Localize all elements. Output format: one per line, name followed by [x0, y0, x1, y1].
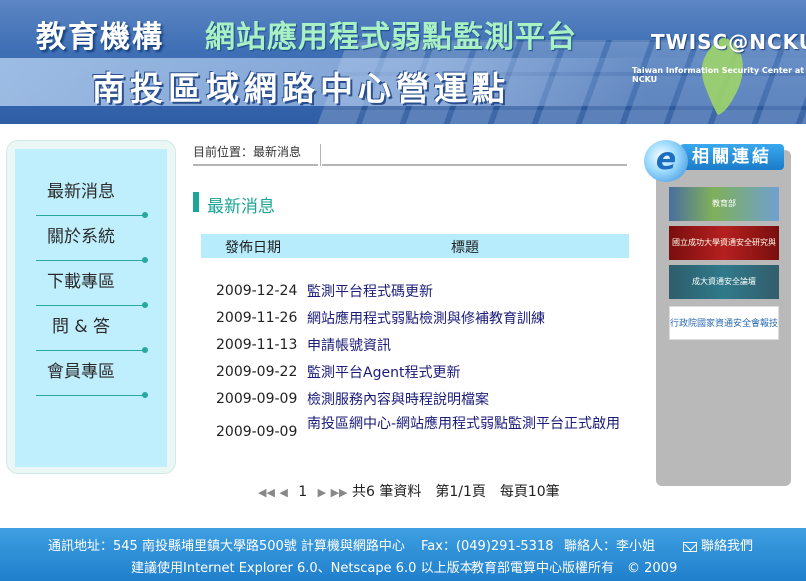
nav-item-faq[interactable]: 問 & 答 — [26, 307, 136, 351]
last-page-icon[interactable]: ▶▶ — [331, 486, 348, 499]
site-footer: 通訊地址：545 南投縣埔里鎮大學路500號 計算機與網路中心 Fax：(049… — [0, 528, 806, 581]
footer-contact: 聯絡人：李小姐 — [564, 539, 656, 554]
news-table-header: 發佈日期 標題 — [201, 234, 629, 258]
twisc-logo: TWISC@NCKU — [651, 30, 806, 54]
row-date: 2009-12-24 — [216, 283, 298, 299]
breadcrumb: 目前位置：最新消息 — [193, 145, 302, 159]
row-date: 2009-09-09 — [216, 391, 298, 407]
contact-us-link[interactable]: 聯絡我們 — [683, 535, 753, 554]
row-date: 2009-09-09 — [216, 424, 298, 440]
first-page-icon[interactable]: ◀◀ — [258, 486, 275, 499]
ie-e-icon: e — [644, 140, 688, 182]
row-title-link[interactable]: 檢測服務內容與時程說明檔案 — [307, 391, 622, 409]
nav-item-member[interactable]: 會員專區 — [26, 352, 136, 396]
mail-icon — [683, 541, 697, 552]
footer-fax: Fax：(049)291-5318 — [421, 539, 554, 554]
row-title-link[interactable]: 網站應用程式弱點檢測與修補教育訓練 — [307, 310, 622, 328]
related-links-title: 相關連結 — [680, 144, 784, 170]
contact-us-label: 聯絡我們 — [701, 539, 754, 554]
nav-divider — [36, 347, 148, 353]
prev-page-icon[interactable]: ◀ — [279, 486, 287, 499]
row-date: 2009-09-22 — [216, 364, 298, 380]
breadcrumb-separator — [320, 144, 321, 166]
pagination: ◀◀ ◀ 1 ▶ ▶▶ 共6 筆資料 第1/1頁 每頁10筆 — [258, 481, 560, 501]
footer-address: 通訊地址：545 南投縣埔里鎮大學路500號 計算機與網路中心 — [48, 539, 405, 554]
nav-divider — [36, 257, 148, 263]
nav-divider — [36, 212, 148, 218]
breadcrumb-underline — [322, 164, 627, 166]
nav-item-about[interactable]: 關於系統 — [26, 217, 136, 261]
footer-copyright: 教育部電算中心版權所有 © 2009 — [471, 561, 678, 576]
next-page-icon[interactable]: ▶ — [318, 486, 326, 499]
row-title-link[interactable]: 監測平台程式碼更新 — [307, 283, 622, 301]
row-title-link[interactable]: 監測平台Agent程式更新 — [307, 364, 622, 382]
row-title-link[interactable]: 申請帳號資訊 — [307, 337, 622, 355]
nav-divider — [36, 302, 148, 308]
row-date: 2009-11-26 — [216, 310, 298, 326]
center-title: 南投區域網路中心營運點 — [92, 69, 510, 108]
link-banner-ncku-forum[interactable]: 成大資通安全論壇 — [669, 265, 779, 299]
nav-divider — [36, 392, 148, 398]
link-banner-icst[interactable]: 行政院國家資通安全會報技術服務中心 — [669, 306, 779, 340]
link-banner-ncku-twisc[interactable]: 國立成功大學資通安全研究與教學中心 — [669, 226, 779, 260]
twisc-logo-sub: Taiwan Information Security Center at NC… — [632, 66, 805, 84]
row-date: 2009-11-13 — [216, 337, 298, 353]
link-banner-moe[interactable]: 教育部 — [669, 187, 779, 221]
page-summary: 共6 筆資料 第1/1頁 每頁10筆 — [351, 484, 560, 500]
site-header: 教育機構 網站應用程式弱點監測平台 南投區域網路中心營運點 TWISC@NCKU… — [0, 0, 806, 124]
column-header-date: 發佈日期 — [225, 240, 281, 256]
section-marker — [193, 192, 199, 212]
column-header-title: 標題 — [451, 240, 479, 256]
page-number[interactable]: 1 — [298, 484, 307, 500]
row-title-link[interactable]: 南投區網中心-網站應用程式弱點監測平台正式啟用 — [307, 415, 622, 433]
nav-item-download[interactable]: 下載專區 — [26, 262, 136, 306]
nav-item-news[interactable]: 最新消息 — [26, 172, 136, 216]
section-title: 最新消息 — [207, 197, 275, 217]
breadcrumb-underline — [193, 164, 318, 166]
footer-browser-note: 建議使用Internet Explorer 6.0、Netscape 6.0 以… — [131, 561, 473, 576]
platform-title: 網站應用程式弱點監測平台 — [205, 20, 577, 55]
org-title: 教育機構 — [36, 20, 164, 55]
